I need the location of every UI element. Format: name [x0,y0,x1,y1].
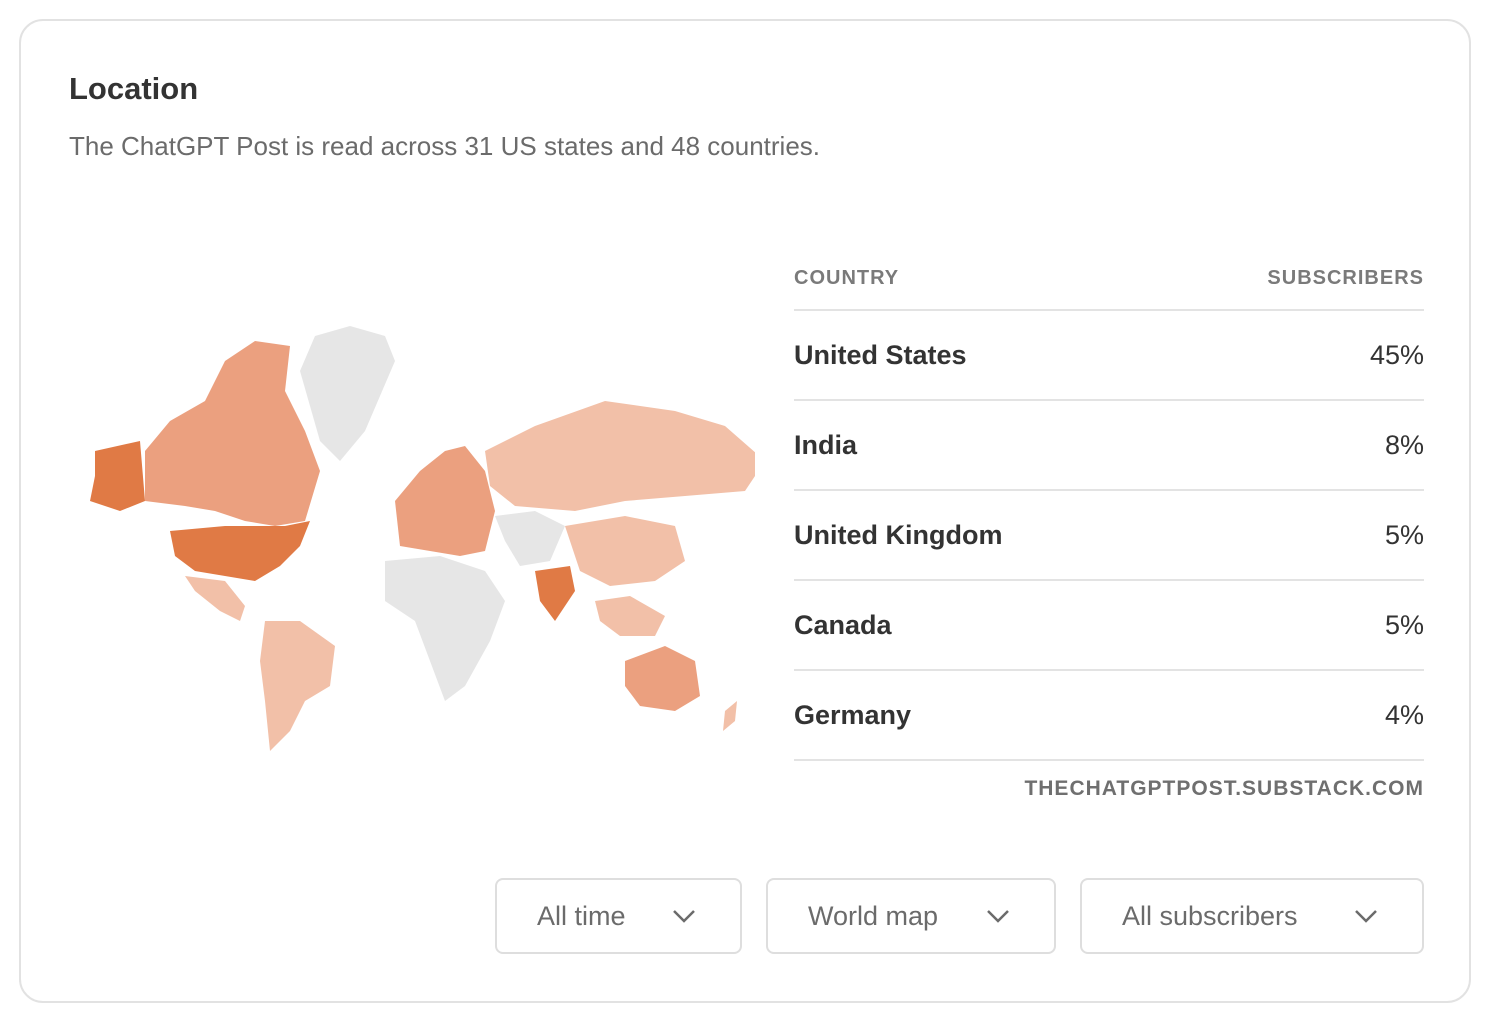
country-name: India [794,429,858,460]
map-central-asia [495,511,565,566]
subscriber-share: 5% [1384,609,1424,640]
map-greenland [300,326,395,461]
header-subscribers: SUBSCRIBERS [1267,266,1424,289]
card-title: Location [69,71,199,106]
country-name: United Kingdom [794,519,1003,550]
map-africa [385,556,505,701]
time-range-label: All time [537,900,626,931]
view-dropdown[interactable]: World map [766,878,1056,954]
map-europe [395,446,495,556]
table-row: United Kingdom 5% [794,491,1424,581]
location-card: Location The ChatGPT Post is read across… [19,19,1471,1003]
view-label: World map [808,900,939,931]
country-name: Germany [794,699,912,730]
table-header: COUNTRY SUBSCRIBERS [794,247,1424,311]
subscriber-share: 8% [1384,429,1424,460]
subscriber-share: 45% [1369,339,1424,370]
map-south-america [260,621,335,751]
country-name: Canada [794,609,892,640]
table-row: India 8% [794,401,1424,491]
world-map [90,326,755,751]
chevron-down-icon [673,910,695,923]
audience-label: All subscribers [1122,900,1298,931]
map-canada [145,341,320,526]
country-table: COUNTRY SUBSCRIBERS United States 45% In… [794,247,1424,801]
time-range-dropdown[interactable]: All time [495,878,742,954]
subscriber-share: 4% [1384,699,1424,730]
table-row: Canada 5% [794,581,1424,671]
chevron-down-icon [987,910,1009,923]
source-label: THECHATGPTPOST.SUBSTACK.COM [1024,777,1424,800]
map-china [565,516,685,586]
subscriber-share: 5% [1384,519,1424,550]
map-mexico [185,576,245,621]
map-usa [170,521,310,581]
card-subtitle: The ChatGPT Post is read across 31 US st… [69,131,821,161]
header-country: COUNTRY [794,266,900,289]
table-row: United States 45% [794,311,1424,401]
map-australia [625,646,700,711]
map-india [535,566,575,621]
chevron-down-icon [1355,910,1377,923]
map-alaska [90,441,145,511]
country-name: United States [794,339,967,370]
map-new-zealand [723,701,737,731]
audience-dropdown[interactable]: All subscribers [1080,878,1424,954]
map-se-asia [595,596,665,636]
map-russia [485,401,755,511]
table-row: Germany 4% [794,671,1424,761]
